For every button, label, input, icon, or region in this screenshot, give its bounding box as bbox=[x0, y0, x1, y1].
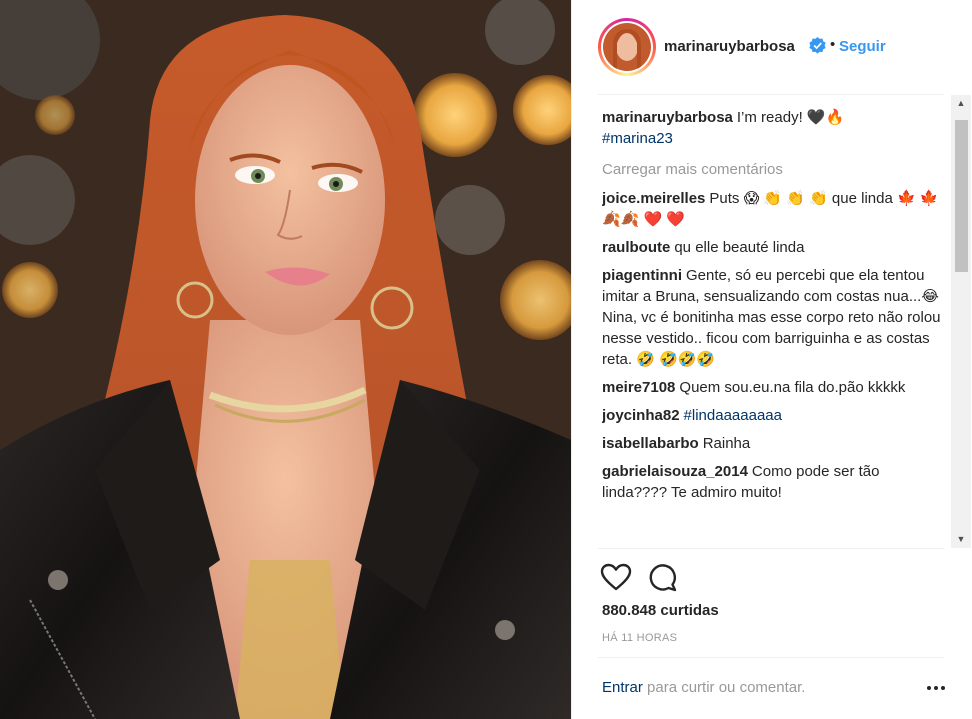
comment-item: gabrielaisouza_2014 Como pode ser tão lin… bbox=[602, 461, 948, 503]
comment-username[interactable]: meire7108 bbox=[602, 379, 675, 396]
comment-username[interactable]: gabrielaisouza_2014 bbox=[602, 463, 748, 480]
footer-divider bbox=[598, 657, 944, 658]
follow-button[interactable]: Seguir bbox=[839, 38, 886, 55]
scroll-down-arrow-icon[interactable]: ▼ bbox=[951, 531, 971, 548]
comment-item: piagentinni Gente, só eu percebi que ela … bbox=[602, 265, 948, 370]
comment-text: qu elle beauté linda bbox=[674, 239, 805, 256]
actions-divider bbox=[598, 548, 944, 549]
comment-username[interactable]: joice.meirelles bbox=[602, 190, 705, 207]
comment-hashtag[interactable]: #lindaaaaaaaa bbox=[684, 407, 782, 424]
comment-text: Quem sou.eu.na fila do.pão kkkkk bbox=[679, 379, 906, 396]
scroll-up-arrow-icon[interactable]: ▲ bbox=[951, 95, 971, 112]
comments-scrollbar[interactable]: ▲ ▼ bbox=[951, 95, 971, 548]
comment-username[interactable]: isabellabarbo bbox=[602, 435, 699, 452]
comment-username[interactable]: raulboute bbox=[602, 239, 670, 256]
ellipsis-icon[interactable] bbox=[924, 680, 948, 696]
comment-text: Rainha bbox=[702, 435, 751, 452]
scroll-thumb[interactable] bbox=[955, 120, 968, 272]
comment-item: joice.meirelles Puts 😱 👏 👏 👏 que linda 🍁 … bbox=[602, 188, 948, 230]
comment-item: raulboute qu elle beauté linda bbox=[602, 237, 948, 258]
comment-username[interactable]: joycinha82 bbox=[602, 407, 680, 424]
heart-outline-icon[interactable] bbox=[600, 563, 632, 591]
post-caption: marinaruybarbosa I’m ready! 🖤🔥 #marina23 bbox=[602, 107, 948, 149]
avatar-story-ring[interactable] bbox=[598, 18, 656, 76]
comment-item: joycinha82 #lindaaaaaaaa bbox=[602, 405, 948, 426]
post-timestamp: HÁ 11 HORAS bbox=[602, 632, 678, 644]
caption-username[interactable]: marinaruybarbosa bbox=[602, 109, 733, 126]
caption-text: I’m ready! 🖤🔥 bbox=[736, 109, 845, 126]
like-count[interactable]: 880.848 curtidas bbox=[602, 602, 719, 619]
speech-bubble-icon[interactable] bbox=[648, 562, 678, 592]
header-separator: • bbox=[830, 36, 836, 53]
avatar[interactable] bbox=[601, 21, 653, 73]
login-prompt-text: para curtir ou comentar. bbox=[642, 679, 806, 696]
comment-username[interactable]: piagentinni bbox=[602, 267, 682, 284]
comment-item: isabellabarbo Rainha bbox=[602, 433, 948, 454]
load-more-comments-button[interactable]: Carregar mais comentários bbox=[602, 159, 948, 180]
verified-badge-icon bbox=[809, 37, 826, 54]
comment-item: meire7108 Quem sou.eu.na fila do.pão kkkk… bbox=[602, 377, 948, 398]
post-username[interactable]: marinaruybarbosa bbox=[664, 38, 795, 55]
login-link[interactable]: Entrar bbox=[602, 679, 643, 696]
comments-list[interactable]: marinaruybarbosa I’m ready! 🖤🔥 #marina23 … bbox=[602, 95, 948, 548]
caption-hashtag[interactable]: #marina23 bbox=[602, 130, 673, 147]
post-photo bbox=[0, 0, 571, 719]
login-prompt: Entrar para curtir ou comentar. bbox=[602, 679, 805, 696]
post-header: marinaruybarbosa • Seguir bbox=[572, 0, 972, 94]
post-sidebar: marinaruybarbosa • Seguir marinaruybarbo… bbox=[571, 0, 972, 719]
